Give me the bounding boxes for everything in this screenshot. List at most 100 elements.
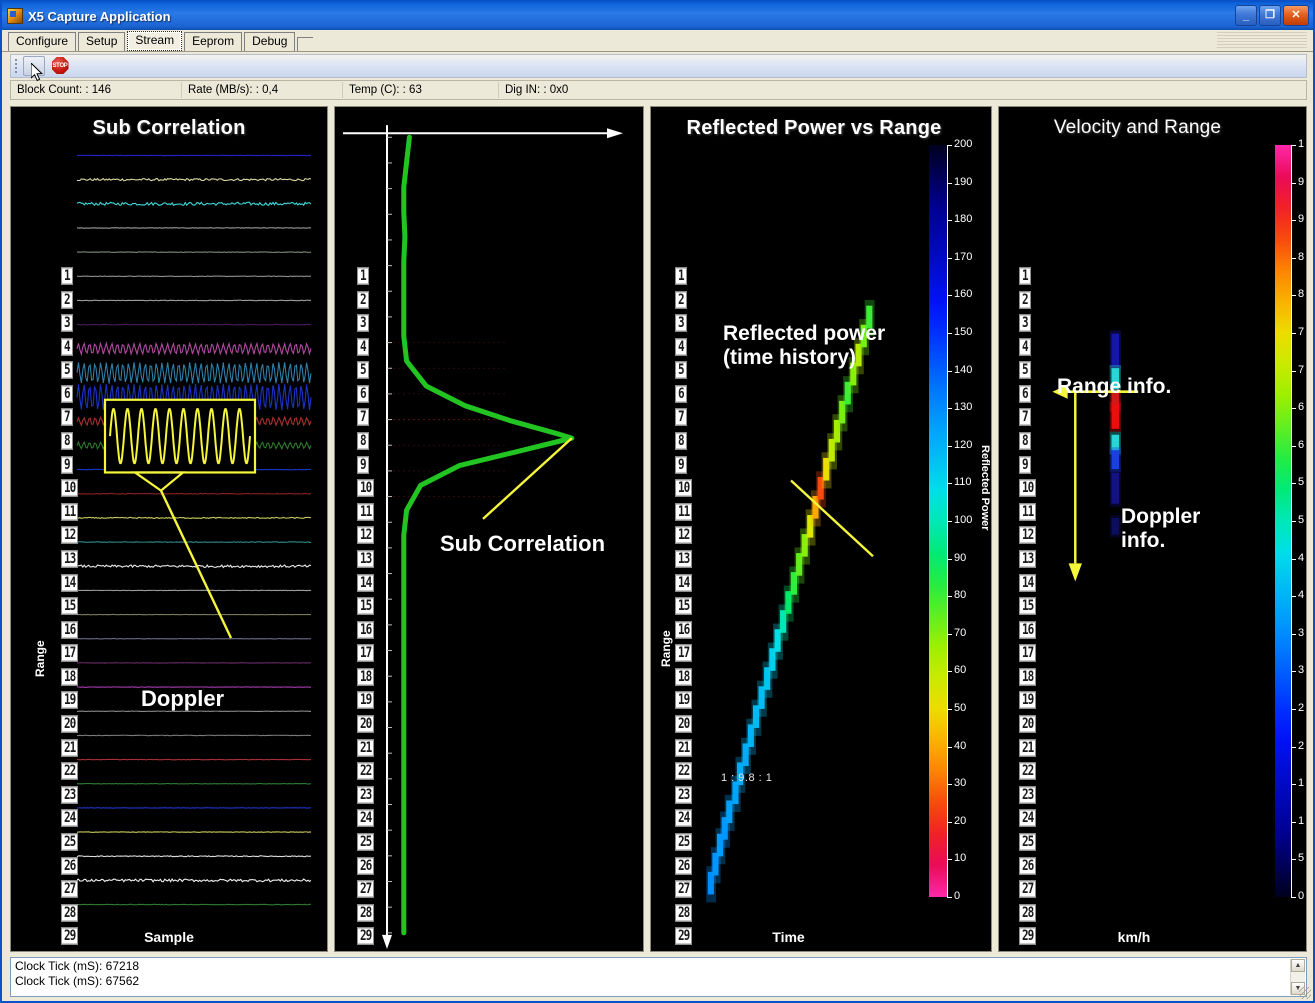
row-tick-label: 4	[675, 337, 687, 356]
colorbar-tick	[947, 408, 952, 410]
colorbar-tick-label: 30	[954, 777, 967, 790]
minimize-button[interactable]: _	[1235, 5, 1257, 26]
colorbar-tick	[1291, 295, 1296, 297]
colorbar-tick	[947, 521, 952, 522]
colorbar-tick-label: 8	[1298, 250, 1305, 263]
row-tick-label: 11	[675, 503, 693, 521]
colorbar-tick	[1291, 821, 1296, 823]
colorbar-tick-label: 170	[954, 250, 973, 263]
row-tick-label: 3	[61, 314, 73, 332]
row-tick-label: 1	[61, 267, 73, 285]
row-tick-label: 23	[61, 786, 79, 804]
row-tick-label: 26	[357, 856, 375, 875]
stop-icon: STOP	[51, 57, 69, 74]
row-tick-label: 2	[675, 290, 687, 309]
row-tick-label: 21	[1019, 738, 1037, 757]
maximize-button[interactable]: ❐	[1259, 5, 1281, 26]
panel-velocity-range[interactable]: Velocity and Range 1 2 3 4 5 6 7 8 9 10 11 12 13 14 15…	[998, 106, 1307, 952]
log-line: Clock Tick (mS): 67218	[15, 959, 140, 973]
window-title: X5 Capture Application	[28, 8, 171, 24]
row-tick-label: 17	[675, 644, 693, 663]
row-tick-label: 2	[357, 290, 369, 309]
row-tick-label: 28	[61, 903, 79, 922]
tab-configure[interactable]: Configure	[8, 32, 77, 51]
colorbar-tick-label: 3	[1298, 664, 1305, 677]
run-button[interactable]	[23, 56, 45, 76]
row-tick-label: 3	[675, 314, 687, 332]
colorbar-tick	[1291, 633, 1296, 635]
sub-correlation-ylabel: Range	[33, 640, 47, 677]
temperature-value: Temp (C): : 63	[349, 84, 422, 96]
row-tick-label: 22	[61, 762, 79, 780]
colorbar-tick	[947, 596, 952, 598]
row-tick-label: 8	[1019, 432, 1031, 450]
row-tick-label: 8	[61, 432, 73, 450]
colorbar-tick	[947, 709, 952, 710]
row-tick-label: 10	[1019, 479, 1037, 497]
row-tick-label: 19	[1019, 691, 1037, 710]
colorbar-tick-label: 70	[954, 626, 967, 639]
tab-setup[interactable]: Setup	[78, 32, 126, 51]
row-tick-label: 10	[675, 479, 693, 497]
row-tick-label: 22	[675, 762, 693, 780]
tab-eeprom[interactable]: Eeprom	[184, 32, 243, 51]
row-tick-label: 13	[675, 550, 693, 568]
colorbar-tick-label: 50	[954, 702, 967, 714]
row-tick-label: 22	[1019, 762, 1037, 780]
window-resize-grip[interactable]	[1299, 987, 1311, 999]
minimize-icon: _	[1242, 10, 1250, 22]
close-button[interactable]: ✕	[1283, 5, 1309, 26]
panel-sub-correlation-profile[interactable]: 1 2 3 4 5 6 7 8 9 10 11 12 13 14 15 16 17 18 19 20 21 22 23 24 2…	[334, 106, 644, 952]
colorbar-tick-label: 2	[1298, 702, 1305, 714]
tab-strip-tail	[297, 37, 314, 51]
scroll-up-button[interactable]: ▲	[1291, 959, 1305, 972]
row-tick-label: 17	[61, 644, 79, 663]
panel-reflected-power[interactable]: Reflected Power vs Range 1 2 3 4 5 6 7 8 9 10 11 12…	[650, 106, 992, 952]
colorbar-tick-label: 60	[954, 664, 967, 677]
reflected-power-annotation-label: Reflected power (time history)	[723, 322, 886, 369]
stop-button[interactable]: STOP	[50, 56, 70, 76]
colorbar-tick-label: 110	[954, 476, 972, 489]
row-tick-label: 27	[61, 880, 79, 898]
doppler-info-annotation-label: Doppler info.	[1121, 505, 1201, 552]
maximize-icon: ❐	[1265, 9, 1275, 21]
colorbar-tick-label: 6	[1298, 401, 1305, 414]
colorbar-tick-label: 150	[954, 326, 973, 338]
tab-debug[interactable]: Debug	[244, 32, 296, 51]
colorbar-tick-label: 8	[1298, 288, 1305, 301]
colorbar-tick	[1291, 596, 1296, 598]
reflected-power-ylabel: Range	[659, 630, 673, 667]
panel-sub-correlation[interactable]: Sub Correlation 1 2 3 4 5 6 7 8 9 10 11 12 13 14 15 16 1…	[10, 106, 328, 952]
colorbar-tick	[1291, 370, 1296, 372]
row-tick-label: 4	[1019, 337, 1031, 356]
row-tick-label: 16	[357, 620, 375, 639]
row-tick-label: 12	[61, 526, 79, 545]
toolbar-grip[interactable]	[14, 58, 19, 74]
row-tick-label: 26	[675, 856, 693, 875]
row-tick-label: 19	[357, 691, 375, 710]
row-tick-label: 9	[357, 455, 369, 474]
colorbar-tick-label: 4	[1298, 551, 1305, 564]
colorbar-tick-label: 40	[954, 739, 967, 752]
log-output[interactable]: Clock Tick (mS): 67218 Clock Tick (mS): …	[10, 957, 1307, 997]
colorbar-tick-label: 200	[954, 138, 973, 150]
close-icon: ✕	[1291, 9, 1301, 21]
colorbar-tick	[947, 257, 952, 259]
doppler-annotation-label: Doppler	[141, 686, 225, 711]
colorbar-tick	[947, 295, 952, 297]
colorbar-tick	[1291, 859, 1296, 861]
row-tick-label: 2	[61, 290, 73, 309]
colorbar-tick-label: 120	[954, 438, 973, 451]
row-tick-label: 30	[1019, 951, 1036, 952]
colorbar-tick-label: 4	[1298, 589, 1305, 602]
row-tick-label: 19	[61, 691, 79, 710]
row-tick-label: 10	[61, 479, 79, 497]
row-tick-label: 1	[1019, 267, 1031, 285]
tab-stream[interactable]: Stream	[127, 31, 183, 51]
colorbar-tick	[947, 859, 952, 861]
row-tick-label: 10	[357, 479, 375, 497]
row-tick-label: 24	[357, 809, 375, 828]
row-tick-label: 1	[675, 267, 687, 285]
row-tick-label: 7	[61, 408, 73, 427]
row-tick-label: 20	[1019, 715, 1037, 733]
